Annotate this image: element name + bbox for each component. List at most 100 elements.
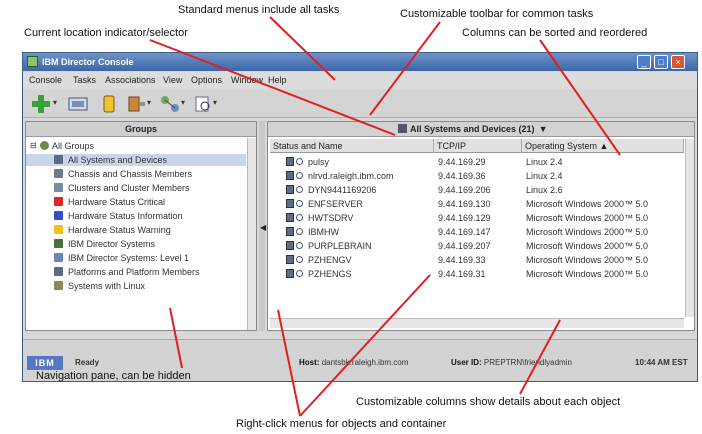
table-row[interactable]: IBMHW 9.44.169.147 Microsoft Windows 2000™…	[270, 226, 684, 238]
menu-view[interactable]: View	[163, 75, 182, 86]
globe-icon	[296, 214, 303, 221]
callout-navigation-pane: Navigation pane, can be hidden	[36, 370, 191, 382]
status-text: Ready	[75, 358, 100, 367]
server-icon	[286, 157, 294, 166]
tree-item-linux[interactable]: Systems with Linux	[26, 280, 246, 292]
groups-header: Groups	[26, 122, 256, 137]
menu-console[interactable]: Console	[29, 75, 62, 86]
callout-custom-columns: Customizable columns show details about …	[356, 396, 621, 408]
pane-splitter[interactable]: ◀	[259, 121, 266, 331]
director-icon	[54, 239, 63, 248]
tree-item-all-systems[interactable]: All Systems and Devices	[26, 154, 246, 166]
systems-icon	[398, 124, 407, 133]
close-button[interactable]: ×	[671, 55, 685, 69]
battery-icon[interactable]	[101, 94, 117, 114]
maximize-button[interactable]: □	[654, 55, 668, 69]
table-row[interactable]: HWTSDRV 9.44.169.129 Microsoft Windows 200…	[270, 212, 684, 224]
column-operating-system[interactable]: Operating System ▲	[522, 139, 684, 153]
window-title: IBM Director Console	[42, 57, 134, 67]
annotated-screenshot: Standard menus include all tasks Customi…	[0, 0, 702, 434]
nav-scrollbar[interactable]	[247, 138, 256, 330]
server-icon	[286, 227, 294, 236]
callout-toolbar: Customizable toolbar for common tasks	[400, 8, 594, 20]
groups-tree: ⊟ All Groups All Systems and Devices Cha…	[26, 138, 248, 330]
chassis-icon	[54, 169, 63, 178]
clock: 10:44 AM EST	[635, 358, 688, 367]
globe-icon	[296, 228, 303, 235]
server-icon	[286, 269, 294, 278]
toolbar: ▾ ▾ ▾ ▾	[23, 90, 697, 118]
table-vertical-scrollbar[interactable]	[685, 139, 694, 317]
systems-icon	[54, 155, 63, 164]
menu-window[interactable]: Window	[231, 75, 263, 86]
location-bar: All Systems and Devices (21) ▼	[268, 122, 694, 137]
tree-item-clusters[interactable]: Clusters and Cluster Members	[26, 182, 246, 194]
systems-table: pulsy 9.44.169.29 Linux 2.4 nlrvd.raleigh.…	[270, 154, 684, 314]
title-bar: IBM Director Console _ □ ×	[23, 53, 697, 71]
platform-icon	[54, 267, 63, 276]
server-icon	[286, 185, 294, 194]
app-icon	[27, 56, 38, 67]
server-icon	[286, 255, 294, 264]
location-selector[interactable]: All Systems and Devices (21) ▼	[398, 124, 547, 135]
chevron-down-icon[interactable]: ▾	[53, 98, 57, 107]
globe-icon	[296, 242, 303, 249]
tree-item-director-level1[interactable]: IBM Director Systems: Level 1	[26, 252, 246, 264]
column-tcpip[interactable]: TCP/IP	[434, 139, 522, 153]
server-icon	[286, 199, 294, 208]
chevron-down-icon[interactable]: ▼	[539, 124, 548, 134]
tree-item-platforms[interactable]: Platforms and Platform Members	[26, 266, 246, 278]
menu-help[interactable]: Help	[268, 75, 287, 86]
collapse-icon[interactable]: ⊟	[30, 140, 37, 152]
console-icon[interactable]	[67, 94, 89, 114]
tree-item-hw-critical[interactable]: Hardware Status Critical	[26, 196, 246, 208]
tree-item-hw-information[interactable]: Hardware Status Information	[26, 210, 246, 222]
location-selector-label: All Systems and Devices (21)	[410, 124, 535, 134]
globe-icon	[296, 270, 303, 277]
menu-associations[interactable]: Associations	[105, 75, 156, 86]
table-horizontal-scrollbar[interactable]	[270, 318, 684, 328]
table-row[interactable]: pulsy 9.44.169.29 Linux 2.4	[270, 156, 684, 168]
table-row[interactable]: DYN9441169206 9.44.169.206 Linux 2.6	[270, 184, 684, 196]
tree-item-chassis[interactable]: Chassis and Chassis Members	[26, 168, 246, 180]
minimize-button[interactable]: _	[637, 55, 651, 69]
menu-options[interactable]: Options	[191, 75, 222, 86]
critical-icon	[54, 197, 63, 206]
menu-tasks[interactable]: Tasks	[73, 75, 96, 86]
column-status-name[interactable]: Status and Name	[270, 139, 434, 153]
chevron-down-icon[interactable]: ▾	[213, 98, 217, 107]
level-icon	[54, 253, 63, 262]
info-icon	[54, 211, 63, 220]
tree-item-director-systems[interactable]: IBM Director Systems	[26, 238, 246, 250]
table-header: Status and Name TCP/IP Operating System …	[270, 139, 684, 153]
table-row[interactable]: nlrvd.raleigh.ibm.com 9.44.169.36 Linux 2.…	[270, 170, 684, 182]
tree-root-all-groups[interactable]: ⊟ All Groups	[26, 140, 246, 152]
globe-icon	[296, 158, 303, 165]
tools-icon[interactable]	[127, 94, 147, 114]
server-icon	[286, 213, 294, 222]
warning-icon	[54, 225, 63, 234]
add-plus-icon[interactable]	[31, 94, 51, 114]
cluster-icon	[54, 183, 63, 192]
host-label: Host: dantsbk.raleigh.ibm.com	[299, 358, 409, 367]
chevron-down-icon[interactable]: ▾	[147, 98, 151, 107]
network-icon[interactable]	[159, 94, 181, 114]
magnifier-icon[interactable]	[193, 94, 213, 114]
collapse-arrow-icon[interactable]: ◀	[260, 223, 266, 232]
table-row[interactable]: ENFSERVER 9.44.169.130 Microsoft Windows 2…	[270, 198, 684, 210]
navigation-pane: Groups ⊟ All Groups All Systems and Devi…	[25, 121, 257, 331]
linux-icon	[54, 281, 63, 290]
globe-icon	[296, 172, 303, 179]
director-console-window: IBM Director Console _ □ × Console Tasks…	[22, 52, 698, 382]
globe-icon	[296, 200, 303, 207]
globe-icon	[40, 141, 49, 150]
callout-right-click: Right-click menus for objects and contai…	[236, 418, 447, 430]
server-icon	[286, 241, 294, 250]
tree-item-hw-warning[interactable]: Hardware Status Warning	[26, 224, 246, 236]
table-row[interactable]: PZHENGV 9.44.169.33 Microsoft Windows 2000…	[270, 254, 684, 266]
table-row[interactable]: PURPLEBRAIN 9.44.169.207 Microsoft Windows…	[270, 240, 684, 252]
chevron-down-icon[interactable]: ▾	[181, 98, 185, 107]
globe-icon	[296, 256, 303, 263]
table-row[interactable]: PZHENGS 9.44.169.31 Microsoft Windows 2000…	[270, 268, 684, 280]
callout-columns: Columns can be sorted and reordered	[462, 27, 648, 39]
